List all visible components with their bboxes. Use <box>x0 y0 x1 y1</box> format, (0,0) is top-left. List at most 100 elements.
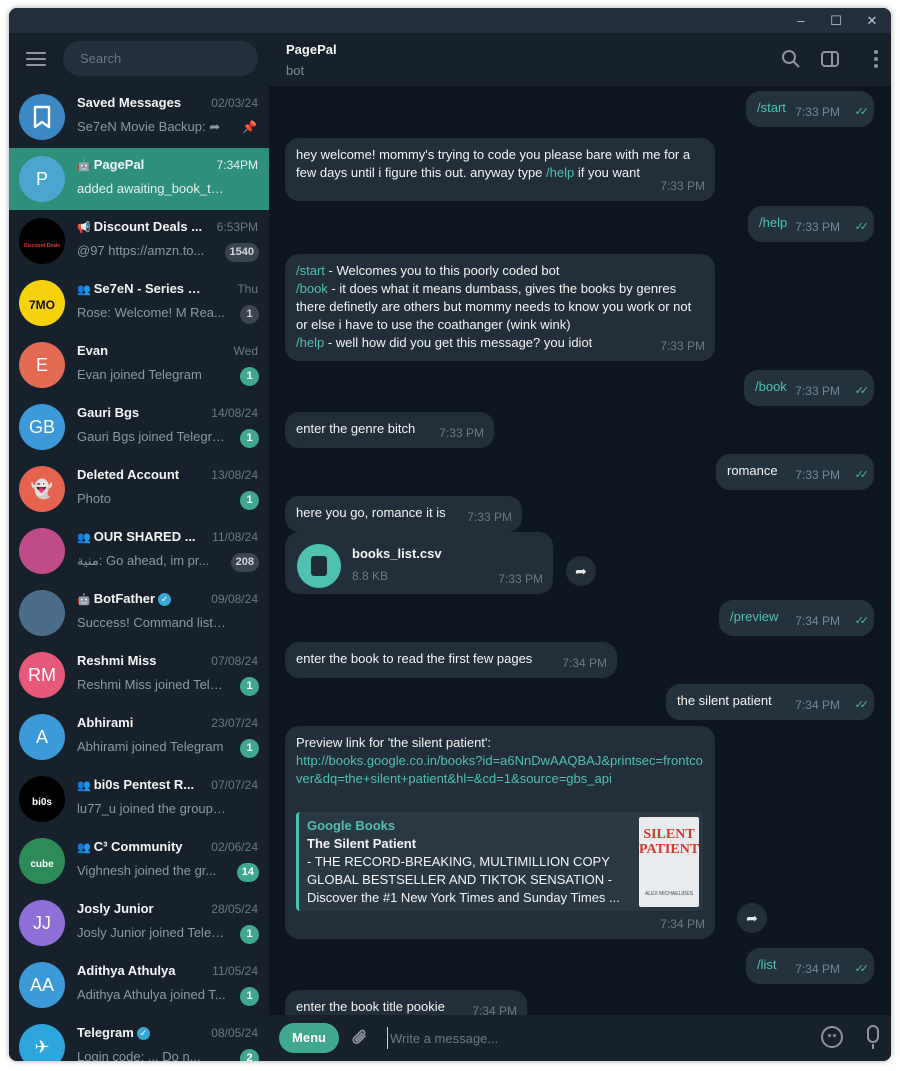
chat-item[interactable]: 👻 Deleted Account 13/08/24 Photo 1 <box>9 458 269 520</box>
avatar-text: ✈ <box>34 1037 50 1057</box>
chat-item[interactable]: Discount Deals Bay 📢Discount Deals ... 6:5… <box>9 210 269 272</box>
chat-preview: Josly Junior joined Teleg... <box>77 925 227 940</box>
avatar-text: cube <box>30 859 54 870</box>
avatar: A <box>19 714 65 760</box>
preview-link[interactable]: http://books.google.co.in/books?id=a6NnD… <box>296 752 704 788</box>
message-outgoing[interactable]: /start 7:33 PM ✓✓ <box>746 91 874 127</box>
chat-name-text: Evan <box>77 343 109 358</box>
message-text: here you go, romance it is <box>296 505 446 520</box>
avatar: ✈ <box>19 1024 65 1061</box>
message-outgoing[interactable]: the silent patient 7:34 PM ✓✓ <box>666 684 874 720</box>
sidebar-toggle-icon[interactable] <box>819 49 841 71</box>
message-outgoing[interactable]: /list 7:34 PM ✓✓ <box>746 948 874 984</box>
preview-site-name: Google Books <box>307 818 396 833</box>
forward-icon[interactable]: ➦ <box>566 556 596 586</box>
chat-name-text: Se7eN - Series Gro... <box>93 281 207 296</box>
read-ticks-icon: ✓✓ <box>854 385 870 397</box>
message-incoming[interactable]: Preview link for 'the silent patient': h… <box>285 726 715 939</box>
command-link[interactable]: /help <box>546 165 574 180</box>
chat-item[interactable]: bi0s 👥 bi0s Pentest R... 07/07/24 lu77_u joi… <box>9 768 269 830</box>
message-incoming[interactable]: enter the genre bitch 7:33 PM <box>285 412 494 448</box>
avatar-text: GB <box>28 417 55 437</box>
read-ticks-icon: ✓✓ <box>854 615 870 627</box>
message-outgoing[interactable]: romance 7:33 PM ✓✓ <box>716 454 874 490</box>
message-list: /start 7:33 PM ✓✓ hey welcome! mommy's t… <box>269 86 891 1015</box>
chat-name-text: Gauri Bgs <box>77 405 140 420</box>
message-incoming[interactable]: hey welcome! mommy's trying to code you … <box>285 138 715 201</box>
message-input[interactable] <box>387 1027 787 1049</box>
message-time: 7:33 PM <box>795 220 840 234</box>
chat-preview: lu77_u joined the group via i... <box>77 801 227 816</box>
maximize-button[interactable]: ☐ <box>821 11 851 31</box>
chat-item[interactable]: AA Adithya Athulya 11/05/24 Adithya Athulya… <box>9 954 269 1016</box>
link-preview-card[interactable]: Google Books The Silent Patient - THE RE… <box>296 812 703 911</box>
chat-item[interactable]: A Abhirami 23/07/24 Abhirami joined Telegra… <box>9 706 269 768</box>
chat-item[interactable]: Saved Messages 02/03/24 Se7eN Movie Backup… <box>9 86 269 148</box>
microphone-icon[interactable] <box>867 1025 879 1043</box>
file-document-icon[interactable] <box>297 544 341 588</box>
chat-item[interactable]: E Evan Wed Evan joined Telegram 1 <box>9 334 269 396</box>
chat-name-text: bi0s Pentest R... <box>93 777 195 792</box>
chat-item[interactable]: GB Gauri Bgs 14/08/24 Gauri Bgs joined Tele… <box>9 396 269 458</box>
chat-date: 6:53PM <box>216 220 258 234</box>
message-outgoing[interactable]: /help 7:33 PM ✓✓ <box>748 206 874 242</box>
emoji-icon[interactable] <box>821 1026 843 1048</box>
file-message[interactable]: books_list.csv 8.8 KB 7:33 PM <box>285 532 553 594</box>
message-text: - it does what it means dumbass, gives t… <box>296 281 692 332</box>
message-incoming[interactable]: enter the book to read the first few pag… <box>285 642 617 678</box>
unread-badge: 1 <box>240 305 259 324</box>
message-text: enter the genre bitch <box>296 421 416 436</box>
chat-item[interactable]: ✈ Telegram ✓ 08/05/24 Login code: ... Do n..… <box>9 1016 269 1061</box>
more-options-icon[interactable] <box>865 49 887 71</box>
unread-badge: 1 <box>240 925 259 944</box>
chat-date: 02/03/24 <box>211 96 258 110</box>
menu-icon[interactable] <box>26 52 46 66</box>
search-input[interactable]: Search <box>63 41 258 76</box>
forward-icon[interactable]: ➦ <box>737 903 767 933</box>
message-incoming[interactable]: enter the book title pookie 7:34 PM <box>285 990 527 1015</box>
chat-item[interactable]: JJ Josly Junior 28/05/24 Josly Junior joine… <box>9 892 269 954</box>
command-link[interactable]: /book <box>296 281 328 296</box>
chat-preview: Photo <box>77 491 111 506</box>
attach-icon[interactable] <box>351 1027 369 1052</box>
message-text: if you want <box>574 165 640 180</box>
message-incoming[interactable]: here you go, romance it is 7:33 PM <box>285 496 522 532</box>
file-name: books_list.csv <box>352 546 442 561</box>
group-icon: 👥 <box>77 532 91 544</box>
command-link[interactable]: /start <box>296 263 325 278</box>
chat-date: 08/05/24 <box>211 1026 258 1040</box>
chat-item[interactable]: 🤖 BotFather ✓ 09/08/24 Success! Command list… <box>9 582 269 644</box>
chat-date: Thu <box>237 282 258 296</box>
avatar-text: bi0s <box>31 797 52 808</box>
chat-name-text: Reshmi Miss <box>77 653 157 668</box>
avatar-text: P <box>35 169 48 189</box>
avatar: GB <box>19 404 65 450</box>
bot-menu-button[interactable]: Menu <box>279 1023 339 1053</box>
chat-item[interactable]: cube 👥 C³ Community 02/06/24 Vighnesh joined… <box>9 830 269 892</box>
chat-name-text: C³ Community <box>93 839 183 854</box>
chat-name-text: Discount Deals ... <box>93 219 203 234</box>
read-ticks-icon: ✓✓ <box>854 963 870 975</box>
message-outgoing[interactable]: /preview 7:34 PM ✓✓ <box>719 600 874 636</box>
minimize-button[interactable]: – <box>786 11 816 31</box>
group-icon: 👥 <box>77 284 91 296</box>
message-incoming[interactable]: /start - Welcomes you to this poorly cod… <box>285 254 715 361</box>
peer-status: bot <box>286 63 305 78</box>
bot-icon: 🤖 <box>77 594 91 606</box>
close-button[interactable]: ✕ <box>857 11 887 31</box>
unread-badge: 1540 <box>224 243 259 262</box>
chat-date: 13/08/24 <box>211 468 258 482</box>
chat-date: 11/05/24 <box>212 964 258 978</box>
chat-item[interactable]: 👥 OUR SHARED ... 11/08/24 منية: Go ahead, i… <box>9 520 269 582</box>
message-time: 7:34 PM <box>795 962 840 976</box>
search-icon[interactable] <box>780 49 802 71</box>
bot-icon: 🤖 <box>77 160 91 172</box>
peer-name[interactable]: PagePal <box>286 42 337 57</box>
chat-item[interactable]: P 🤖PagePal 7:34PM added awaiting_book_two t… <box>9 148 269 210</box>
chat-item[interactable]: RM Reshmi Miss 07/08/24 Reshmi Miss joined … <box>9 644 269 706</box>
command-link[interactable]: /help <box>296 335 324 350</box>
chat-item[interactable]: 7MO 👥Se7eN - Series Gro... Thu Rose: Welcom… <box>9 272 269 334</box>
message-outgoing[interactable]: /book 7:33 PM ✓✓ <box>744 370 874 406</box>
message-time: 7:33 PM <box>660 179 705 193</box>
chat-name: Adithya Athulya <box>77 963 207 978</box>
